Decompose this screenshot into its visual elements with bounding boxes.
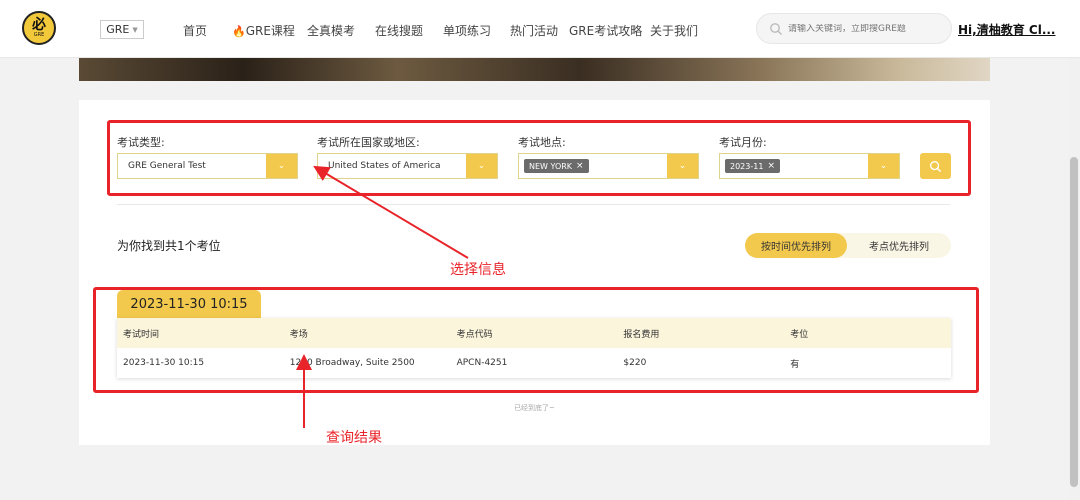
result-summary: 为你找到共1个考位 xyxy=(117,239,221,253)
search-icon xyxy=(770,22,782,35)
annotation-box-results xyxy=(93,287,979,393)
annotation-query-result: 查询结果 xyxy=(326,430,382,446)
divider xyxy=(117,204,950,205)
fire-icon: 🔥 xyxy=(232,25,246,38)
user-greeting-link[interactable]: Hi,清柚教育 Cl... xyxy=(958,21,1056,38)
site-logo[interactable]: 必 GRE xyxy=(22,11,56,45)
nav-practice[interactable]: 单项练习 xyxy=(443,22,491,39)
sort-by-time-button[interactable]: 按时间优先排列 xyxy=(745,233,847,258)
chevron-down-icon: ▼ xyxy=(132,25,138,34)
site-search[interactable] xyxy=(756,13,952,44)
nav-about[interactable]: 关于我们 xyxy=(650,22,698,39)
end-of-list-note: 已经到底了~ xyxy=(514,404,555,412)
nav-events[interactable]: 热门活动 xyxy=(510,22,558,39)
annotation-select-info: 选择信息 xyxy=(450,262,506,278)
nav-mock-exam[interactable]: 全真模考 xyxy=(307,22,355,39)
annotation-box-filters xyxy=(107,120,971,196)
exam-selector[interactable]: GRE ▼ xyxy=(100,20,144,39)
nav-guide[interactable]: GRE考试攻略 xyxy=(569,22,642,39)
nav-courses[interactable]: 🔥GRE课程 xyxy=(232,22,295,39)
logo-main-text: 必 xyxy=(32,17,46,33)
exam-selector-value: GRE xyxy=(106,23,130,36)
site-search-input[interactable] xyxy=(788,23,938,34)
banner-image xyxy=(79,58,990,81)
nav-home[interactable]: 首页 xyxy=(183,22,207,39)
nav-courses-label: GRE课程 xyxy=(245,24,295,38)
sort-toggle: 按时间优先排列 考点优先排列 xyxy=(745,233,951,258)
top-header: 必 GRE GRE ▼ 首页 🔥GRE课程 全真模考 在线搜题 单项练习 热门活… xyxy=(0,0,1080,58)
sort-by-place-button[interactable]: 考点优先排列 xyxy=(847,233,951,258)
logo-sub-text: GRE xyxy=(33,32,45,38)
scrollbar-thumb[interactable] xyxy=(1070,157,1078,487)
nav-search-questions[interactable]: 在线搜题 xyxy=(375,22,423,39)
